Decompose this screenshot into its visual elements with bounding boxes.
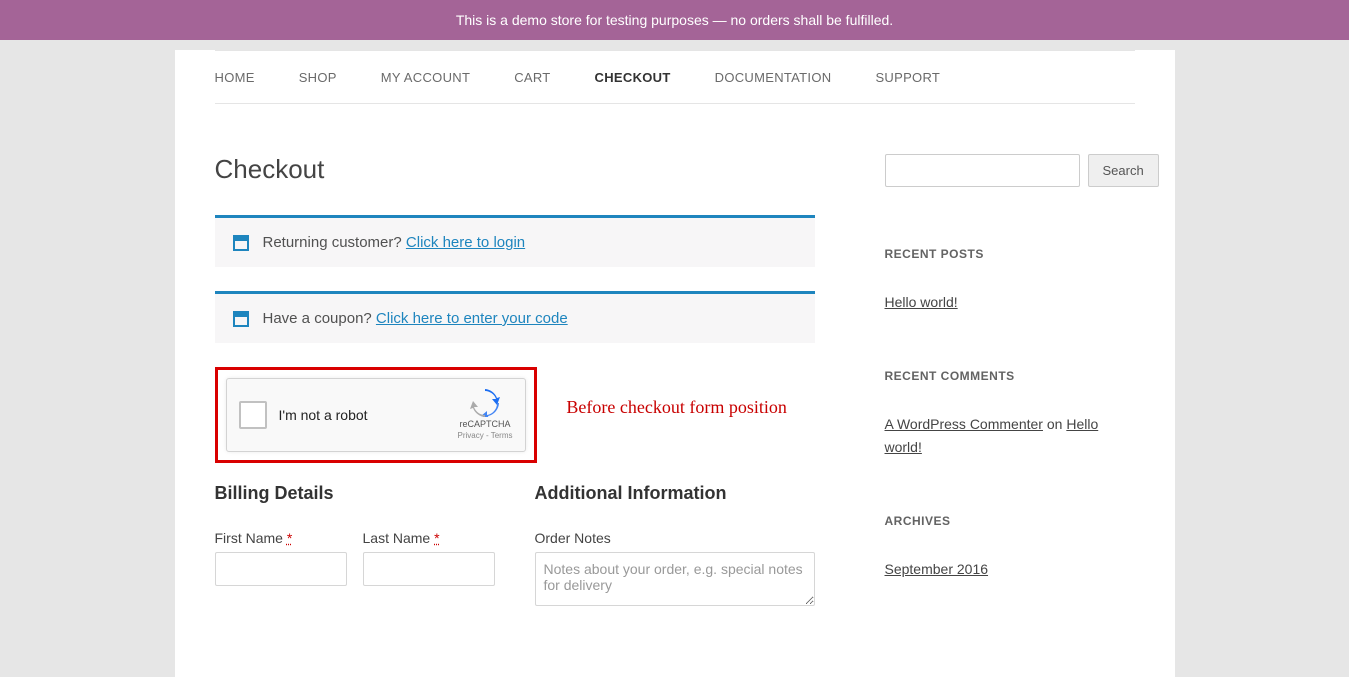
nav-checkout[interactable]: CHECKOUT [595, 70, 671, 85]
returning-customer-text: Returning customer? [263, 234, 406, 251]
comment-author-link[interactable]: A WordPress Commenter [885, 416, 1043, 432]
last-name-input[interactable] [363, 552, 495, 586]
archives-title: ARCHIVES [885, 514, 1135, 528]
page-container: HOME SHOP MY ACCOUNT CART CHECKOUT DOCUM… [175, 50, 1175, 677]
annotation-text: Before checkout form position [566, 397, 786, 418]
nav-documentation[interactable]: DOCUMENTATION [715, 70, 832, 85]
recaptcha-widget: I'm not a robot reCAPTCHA Privacy - Term… [226, 378, 526, 452]
page-title: Checkout [215, 154, 815, 185]
recaptcha-logo: reCAPTCHA Privacy - Terms [458, 389, 513, 441]
coupon-notice: Have a coupon? Click here to enter your … [215, 291, 815, 343]
recaptcha-checkbox[interactable] [239, 401, 267, 429]
billing-column: Billing Details First Name * Last Name * [215, 483, 495, 609]
recent-comments-title: RECENT COMMENTS [885, 369, 1135, 383]
recaptcha-label: I'm not a robot [279, 407, 458, 423]
recent-comments-widget: RECENT COMMENTS A WordPress Commenter on… [885, 369, 1135, 458]
search-widget: Search [885, 154, 1135, 187]
first-name-input[interactable] [215, 552, 347, 586]
additional-heading: Additional Information [535, 483, 815, 504]
order-notes-textarea[interactable] [535, 552, 815, 606]
archive-link[interactable]: September 2016 [885, 561, 989, 577]
coupon-text: Have a coupon? [263, 310, 376, 327]
demo-store-banner: This is a demo store for testing purpose… [0, 0, 1349, 40]
info-icon [233, 235, 249, 251]
archives-widget: ARCHIVES September 2016 [885, 514, 1135, 580]
comment-on-text: on [1043, 416, 1066, 432]
recaptcha-highlight-box: I'm not a robot reCAPTCHA Privacy - Term… [215, 367, 537, 463]
login-link[interactable]: Click here to login [406, 234, 525, 251]
nav-shop[interactable]: SHOP [299, 70, 337, 85]
order-notes-label: Order Notes [535, 530, 815, 546]
search-input[interactable] [885, 154, 1080, 187]
recent-posts-widget: RECENT POSTS Hello world! [885, 247, 1135, 313]
main-navigation: HOME SHOP MY ACCOUNT CART CHECKOUT DOCUM… [215, 51, 1135, 104]
billing-heading: Billing Details [215, 483, 495, 504]
sidebar: Search RECENT POSTS Hello world! RECENT … [885, 154, 1135, 637]
search-button[interactable]: Search [1088, 154, 1159, 187]
first-name-label: First Name * [215, 530, 347, 546]
nav-my-account[interactable]: MY ACCOUNT [381, 70, 470, 85]
recent-post-link[interactable]: Hello world! [885, 294, 958, 310]
info-icon [233, 311, 249, 327]
nav-cart[interactable]: CART [514, 70, 550, 85]
recent-posts-title: RECENT POSTS [885, 247, 1135, 261]
nav-home[interactable]: HOME [215, 70, 255, 85]
coupon-link[interactable]: Click here to enter your code [376, 310, 568, 327]
returning-customer-notice: Returning customer? Click here to login [215, 215, 815, 267]
additional-column: Additional Information Order Notes [535, 483, 815, 609]
last-name-label: Last Name * [363, 530, 495, 546]
nav-support[interactable]: SUPPORT [875, 70, 940, 85]
main-content: Checkout Returning customer? Click here … [215, 154, 815, 637]
